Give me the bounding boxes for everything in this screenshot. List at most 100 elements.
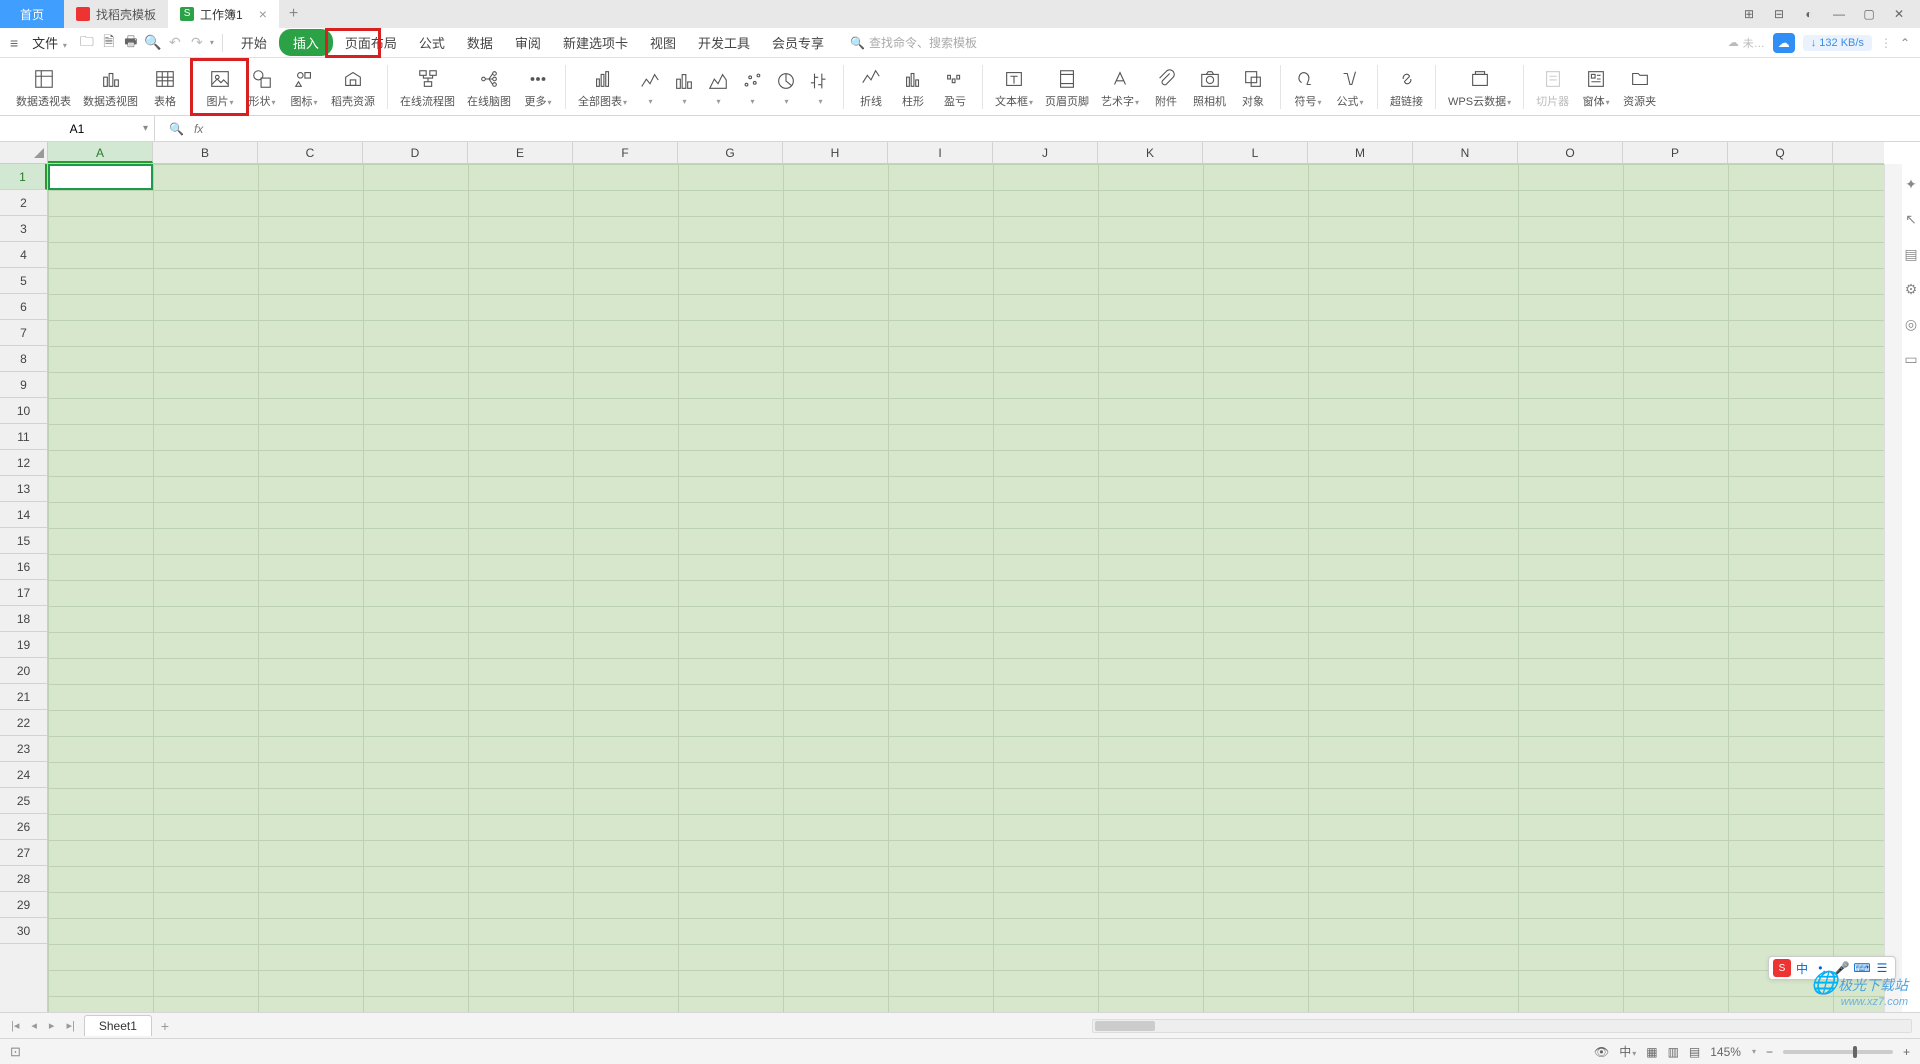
menu-view[interactable]: 视图	[640, 29, 686, 56]
row-header[interactable]: 21	[0, 684, 47, 710]
col-header[interactable]: O	[1518, 142, 1623, 163]
col-header[interactable]: B	[153, 142, 258, 163]
row-header[interactable]: 10	[0, 398, 47, 424]
online-flowchart-button[interactable]: 在线流程图	[394, 62, 461, 112]
hamburger-icon[interactable]: ≡	[10, 35, 18, 51]
side-style-icon[interactable]: ✦	[1905, 176, 1917, 193]
row-header[interactable]: 6	[0, 294, 47, 320]
apps-icon[interactable]: ⊟	[1766, 7, 1792, 21]
sheet-next-icon[interactable]: ▸	[46, 1019, 58, 1032]
name-box[interactable]: ▾	[0, 116, 155, 141]
row-header[interactable]: 8	[0, 346, 47, 372]
row-header[interactable]: 7	[0, 320, 47, 346]
spark-column-button[interactable]: 柱形	[892, 62, 934, 112]
chevron-down-icon[interactable]: ▾	[143, 123, 148, 134]
row-header[interactable]: 19	[0, 632, 47, 658]
online-mindmap-button[interactable]: 在线脑图	[461, 62, 517, 112]
save-icon[interactable]: 🗎	[99, 33, 119, 53]
row-header[interactable]: 25	[0, 788, 47, 814]
zoom-in-button[interactable]: +	[1903, 1045, 1910, 1059]
menu-formula[interactable]: 公式	[409, 29, 455, 56]
row-header[interactable]: 29	[0, 892, 47, 918]
zoom-level[interactable]: 145%	[1710, 1045, 1741, 1059]
col-header[interactable]: D	[363, 142, 468, 163]
tab-workbook[interactable]: S 工作簿1 ×	[168, 0, 279, 28]
row-header[interactable]: 16	[0, 554, 47, 580]
menu-dev[interactable]: 开发工具	[688, 29, 760, 56]
camera-button[interactable]: 照相机	[1187, 62, 1232, 112]
side-select-icon[interactable]: ↖	[1905, 211, 1917, 228]
chart-bar-button[interactable]: ▾	[667, 62, 701, 112]
col-header[interactable]: M	[1308, 142, 1413, 163]
menu-start[interactable]: 开始	[231, 29, 277, 56]
wordart-button[interactable]: 艺术字▾	[1095, 62, 1145, 112]
add-sheet-button[interactable]: +	[158, 1018, 172, 1034]
preview-icon[interactable]: 🔍	[143, 33, 163, 53]
side-book-icon[interactable]: ▭	[1904, 351, 1917, 368]
col-header[interactable]: F	[573, 142, 678, 163]
row-header[interactable]: 5	[0, 268, 47, 294]
sheet-first-icon[interactable]: |◂	[8, 1019, 22, 1032]
maximize-button[interactable]: ▢	[1856, 7, 1882, 21]
select-all-corner[interactable]	[0, 142, 48, 164]
sheet-tab[interactable]: Sheet1	[84, 1015, 152, 1036]
row-header[interactable]: 20	[0, 658, 47, 684]
menu-newtab[interactable]: 新建选项卡	[553, 29, 638, 56]
pivottable-button[interactable]: 数据透视表	[10, 62, 77, 112]
textbox-button[interactable]: 文本框▾	[989, 62, 1039, 112]
menu-review[interactable]: 审阅	[505, 29, 551, 56]
chart-area-button[interactable]: ▾	[701, 62, 735, 112]
hyperlink-button[interactable]: 超链接	[1384, 62, 1429, 112]
qat-more-icon[interactable]: ▾	[210, 38, 214, 47]
chart-stock-button[interactable]: ▾	[803, 62, 837, 112]
equation-button[interactable]: 公式▾	[1329, 62, 1371, 112]
ime-status-icon[interactable]: 中▾	[1619, 1043, 1636, 1060]
row-header[interactable]: 26	[0, 814, 47, 840]
open-icon[interactable]: 🗀	[77, 33, 97, 53]
vertical-scrollbar[interactable]	[1884, 164, 1902, 1012]
col-header[interactable]: E	[468, 142, 573, 163]
cloud-icon[interactable]: ☁	[1773, 33, 1795, 53]
col-header[interactable]: C	[258, 142, 363, 163]
row-header[interactable]: 11	[0, 424, 47, 450]
col-header[interactable]: P	[1623, 142, 1728, 163]
sheet-prev-icon[interactable]: ◂	[28, 1019, 40, 1032]
form-button[interactable]: 窗体▾	[1575, 62, 1617, 112]
picture-button[interactable]: 图片▾	[199, 62, 241, 112]
redo-icon[interactable]: ↷	[187, 33, 207, 53]
row-header[interactable]: 14	[0, 502, 47, 528]
selected-cell[interactable]	[48, 164, 153, 190]
row-header[interactable]: 4	[0, 242, 47, 268]
spark-winloss-button[interactable]: 盈亏	[934, 62, 976, 112]
chart-scatter-button[interactable]: ▾	[735, 62, 769, 112]
menu-insert[interactable]: 插入	[279, 29, 333, 56]
sheet-last-icon[interactable]: ▸|	[63, 1019, 77, 1032]
menu-member[interactable]: 会员专享	[762, 29, 834, 56]
row-header[interactable]: 2	[0, 190, 47, 216]
more-button[interactable]: 更多▾	[517, 62, 559, 112]
close-icon[interactable]: ×	[259, 6, 267, 22]
row-header[interactable]: 28	[0, 866, 47, 892]
menu-data[interactable]: 数据	[457, 29, 503, 56]
sparkline-button[interactable]: 折线	[850, 62, 892, 112]
command-search[interactable]: 🔍 查找命令、搜索模板	[850, 34, 977, 51]
row-header[interactable]: 13	[0, 476, 47, 502]
row-header[interactable]: 24	[0, 762, 47, 788]
row-header[interactable]: 23	[0, 736, 47, 762]
record-macro-icon[interactable]: ⊡	[10, 1044, 21, 1060]
row-header[interactable]: 15	[0, 528, 47, 554]
row-header[interactable]: 30	[0, 918, 47, 944]
view-normal-icon[interactable]: ▦	[1646, 1045, 1657, 1059]
side-location-icon[interactable]: ◎	[1905, 316, 1917, 333]
wps-cloud-button[interactable]: WPS云数据▾	[1442, 62, 1517, 112]
view-pagelayout-icon[interactable]: ▥	[1668, 1045, 1679, 1059]
col-header[interactable]: L	[1203, 142, 1308, 163]
row-header[interactable]: 27	[0, 840, 47, 866]
sync-status[interactable]: ☁ 未…	[1728, 35, 1765, 51]
col-header[interactable]: N	[1413, 142, 1518, 163]
table-button[interactable]: 表格	[144, 62, 186, 112]
col-header[interactable]: J	[993, 142, 1098, 163]
side-settings-icon[interactable]: ⚙	[1905, 281, 1918, 298]
profile-icon[interactable]: ◐	[1796, 7, 1822, 21]
headerfooter-button[interactable]: 页眉页脚	[1039, 62, 1095, 112]
